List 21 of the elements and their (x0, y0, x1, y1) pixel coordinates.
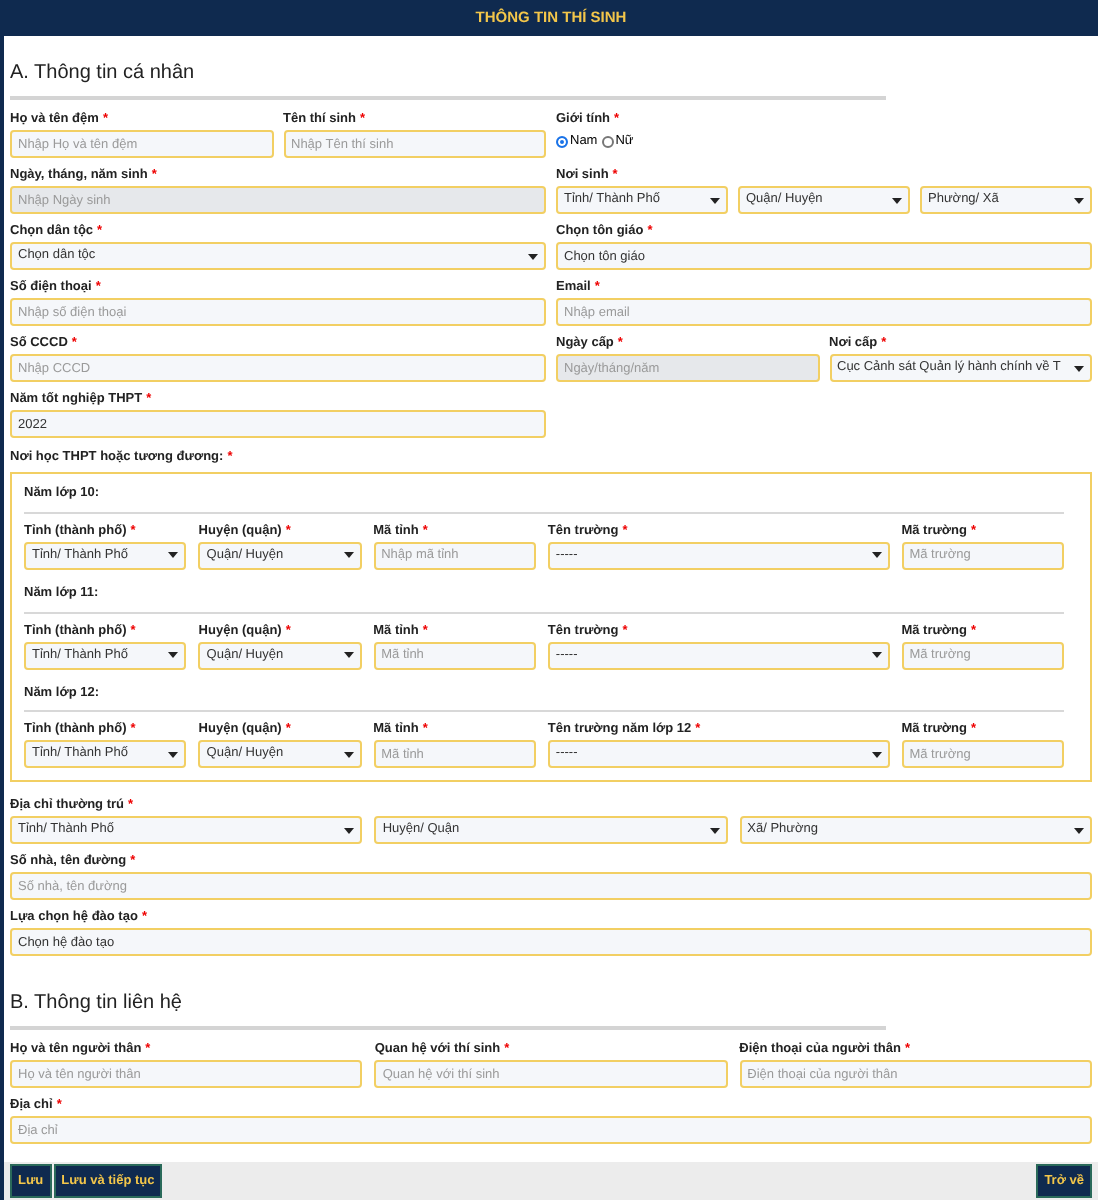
section-heading: A. Thông tin cá nhân (10, 62, 195, 84)
section-heading: B. Thông tin liên hệ (10, 992, 182, 1015)
caret-icon (871, 751, 882, 758)
caret-icon (871, 552, 882, 559)
caret-icon (528, 253, 538, 259)
caret-icon (168, 652, 179, 658)
caret-icon (1074, 365, 1084, 371)
caret-icon (343, 552, 354, 559)
radio-button[interactable] (601, 135, 614, 148)
caret-icon (343, 652, 354, 658)
caret-icon (710, 197, 720, 203)
caret-icon (871, 652, 882, 658)
caret-icon (343, 751, 354, 758)
caret-icon (709, 827, 720, 834)
caret-icon (1074, 197, 1084, 203)
caret-icon (168, 552, 179, 559)
caret-icon (344, 827, 355, 834)
caret-icon (168, 751, 179, 758)
caret-icon (892, 197, 902, 203)
caret-icon (1073, 827, 1084, 834)
radio-button[interactable] (556, 135, 568, 148)
